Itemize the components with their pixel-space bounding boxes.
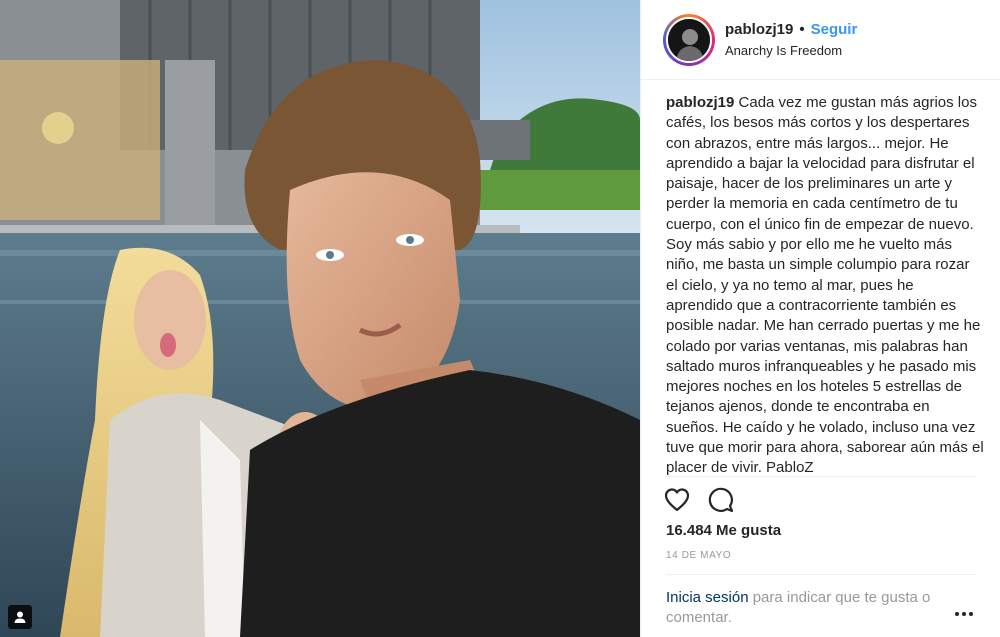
divider: [666, 476, 976, 477]
more-options-button[interactable]: [954, 606, 974, 616]
caption-username[interactable]: pablozj19: [666, 94, 734, 111]
likes-count[interactable]: 16.484 Me gusta: [666, 522, 781, 539]
photo-illustration: [0, 0, 640, 637]
post-header: pablozj19 • Seguir Anarchy Is Freedom: [641, 0, 1000, 80]
avatar-image: [668, 19, 710, 61]
separator-dot: •: [799, 21, 805, 38]
comment-icon: [708, 487, 734, 513]
like-button[interactable]: [663, 486, 691, 514]
tagged-user-icon: [14, 611, 26, 623]
caption-text: Cada vez me gustan más agrios los cafés,…: [666, 94, 984, 476]
post-side-panel: pablozj19 • Seguir Anarchy Is Freedom pa…: [640, 0, 1000, 637]
heart-icon: [664, 488, 690, 512]
post-date: 14 DE MAYO: [666, 550, 732, 561]
action-bar: [663, 486, 735, 514]
avatar[interactable]: [666, 17, 712, 63]
username-link[interactable]: pablozj19: [725, 21, 793, 39]
tagged-user-badge[interactable]: [8, 605, 32, 629]
login-link[interactable]: Inicia sesión: [666, 589, 749, 606]
divider: [666, 574, 976, 575]
follow-button[interactable]: Seguir: [811, 21, 858, 39]
header-row: pablozj19 • Seguir: [725, 21, 857, 39]
post-photo[interactable]: [0, 0, 640, 637]
story-ring[interactable]: [663, 14, 715, 66]
comment-button[interactable]: [707, 486, 735, 514]
location-link[interactable]: Anarchy Is Freedom: [725, 43, 842, 58]
caption: pablozj19 Cada vez me gustan más agrios …: [666, 93, 984, 476]
more-options-icon: [955, 612, 973, 616]
login-prompt: Inicia sesión para indicar que te gusta …: [666, 588, 956, 628]
